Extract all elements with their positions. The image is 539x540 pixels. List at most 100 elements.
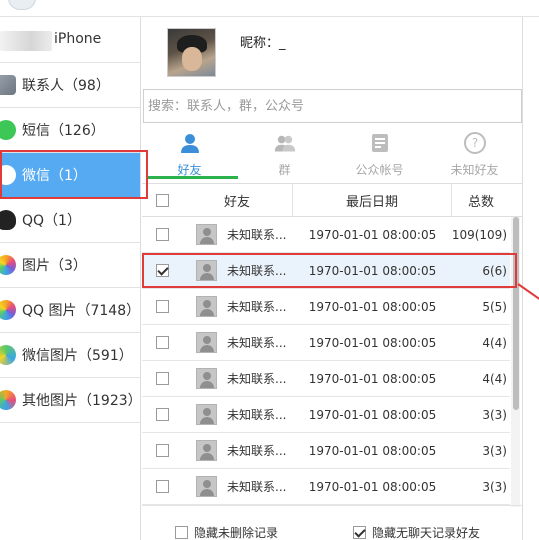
row-checkbox-cell xyxy=(142,433,182,468)
contact-avatar-icon xyxy=(196,440,217,461)
wechat-icon xyxy=(0,165,16,185)
sidebar-item-label: 其他图片（1923） xyxy=(22,393,142,409)
svg-text:?: ? xyxy=(471,136,477,150)
hide-undeleted-checkbox[interactable] xyxy=(175,526,188,539)
friend-cell: 未知联系... xyxy=(182,433,293,468)
contact-avatar-icon xyxy=(196,296,217,317)
tab-official-accounts[interactable]: 公众帐号 xyxy=(332,124,427,179)
row-checkbox-cell xyxy=(142,253,182,288)
device-header[interactable]: iPhone xyxy=(0,17,140,63)
header-total[interactable]: 总数 xyxy=(452,184,510,216)
table-row[interactable]: 未知联系... 1970-01-01 08:00:05 4(4) xyxy=(142,361,510,397)
tab-friends[interactable]: 好友 xyxy=(142,124,237,179)
date-cell: 1970-01-01 08:00:05 xyxy=(308,371,437,386)
sidebar-item-label: QQ（1） xyxy=(22,213,81,229)
row-checkbox-cell xyxy=(142,289,182,324)
tab-label: 公众帐号 xyxy=(355,163,404,177)
table-row[interactable]: 未知联系... 1970-01-01 08:00:05 109(109) xyxy=(142,217,510,253)
row-checkbox[interactable] xyxy=(155,408,169,421)
sidebar-item-label: 微信图片（591） xyxy=(22,348,133,364)
footer-options: 隐藏未删除记录 隐藏无聊天记录好友 xyxy=(142,505,522,540)
header-friend[interactable]: 好友 xyxy=(182,184,293,216)
header-last-date[interactable]: 最后日期 xyxy=(293,184,452,216)
row-checkbox[interactable] xyxy=(155,264,169,277)
friend-name: 未知联系... xyxy=(227,336,287,350)
row-checkbox-cell xyxy=(142,217,182,252)
hide-undeleted-option[interactable]: 隐藏未删除记录 xyxy=(175,524,278,540)
date-cell: 1970-01-01 08:00:05 xyxy=(308,407,437,422)
tab-label: 群 xyxy=(278,163,291,177)
sidebar-item-qq-photos[interactable]: QQ 图片（7148） xyxy=(0,288,140,333)
top-bar xyxy=(0,0,539,17)
sidebar-item-label: 微信（1） xyxy=(22,168,87,184)
friend-cell: 未知联系... xyxy=(182,397,293,432)
sidebar-item-wechat[interactable]: 微信（1） xyxy=(0,153,140,198)
sidebar-item-wechat-photos[interactable]: 微信图片（591） xyxy=(0,333,140,378)
total-cell: 4(4) xyxy=(482,335,507,350)
table-body: 未知联系... 1970-01-01 08:00:05 109(109) 未知联… xyxy=(142,217,510,505)
date-cell: 1970-01-01 08:00:05 xyxy=(308,443,437,458)
date-cell: 1970-01-01 08:00:05 xyxy=(308,479,437,494)
window-tab-stub xyxy=(8,0,36,10)
nickname-label: 昵称：_ xyxy=(240,36,286,51)
date-cell: 1970-01-01 08:00:05 xyxy=(308,299,437,314)
group-icon xyxy=(274,135,295,152)
tab-label: 未知好友 xyxy=(450,163,499,177)
sidebar-item-contacts[interactable]: 联系人（98） xyxy=(0,63,140,108)
friend-cell: 未知联系... xyxy=(182,217,293,252)
row-checkbox[interactable] xyxy=(155,480,169,493)
contact-avatar-icon xyxy=(196,260,217,281)
friend-cell: 未知联系... xyxy=(182,469,293,504)
total-cell: 3(3) xyxy=(482,443,507,458)
friend-name: 未知联系... xyxy=(227,372,287,386)
table-row[interactable]: 未知联系... 1970-01-01 08:00:05 3(3) xyxy=(142,397,510,433)
sidebar-item-sms[interactable]: 短信（126） xyxy=(0,108,140,153)
table-row[interactable]: 未知联系... 1970-01-01 08:00:05 5(5) xyxy=(142,289,510,325)
sidebar-item-photos[interactable]: 图片（3） xyxy=(0,243,140,288)
row-checkbox-cell xyxy=(142,361,182,396)
contact-avatar-icon xyxy=(196,332,217,353)
table-scrollbar[interactable] xyxy=(511,217,520,507)
date-cell: 1970-01-01 08:00:05 xyxy=(308,263,437,278)
tab-groups[interactable]: 群 xyxy=(237,124,332,179)
main-panel: 昵称：_ 好友 群 xyxy=(142,17,522,540)
sidebar-item-qq[interactable]: QQ（1） xyxy=(0,198,140,243)
avatar-face xyxy=(182,47,202,71)
sms-icon xyxy=(0,120,16,140)
friend-cell: 未知联系... xyxy=(182,253,293,288)
profile-header: 昵称：_ xyxy=(142,17,522,89)
friend-name: 未知联系... xyxy=(227,300,287,314)
table-header: 好友 最后日期 总数 xyxy=(142,183,522,217)
row-checkbox[interactable] xyxy=(155,336,169,349)
hide-no-chat-option[interactable]: 隐藏无聊天记录好友 xyxy=(353,524,480,540)
select-all-checkbox[interactable] xyxy=(155,193,169,207)
sidebar-item-other-photos[interactable]: 其他图片（1923） xyxy=(0,378,142,423)
sidebar-item-label: 短信（126） xyxy=(22,123,105,139)
hide-undeleted-label: 隐藏未删除记录 xyxy=(194,526,279,540)
unknown-friend-icon: ? xyxy=(463,132,486,154)
tab-unknown-friends[interactable]: ? 未知好友 xyxy=(427,124,522,179)
total-cell: 4(4) xyxy=(482,371,507,386)
search-input[interactable] xyxy=(144,90,521,122)
friend-name: 未知联系... xyxy=(227,480,287,494)
row-checkbox-cell xyxy=(142,469,182,504)
row-checkbox[interactable] xyxy=(155,300,169,313)
sidebar-item-label: QQ 图片（7148） xyxy=(22,303,141,319)
qq-photos-icon xyxy=(0,300,16,320)
tab-bar: 好友 群 公众帐号 ? 未知好友 xyxy=(142,124,522,179)
table-row[interactable]: 未知联系... 1970-01-01 08:00:05 6(6) xyxy=(142,253,510,289)
scrollbar-thumb[interactable] xyxy=(513,217,519,410)
row-checkbox[interactable] xyxy=(155,372,169,385)
row-checkbox[interactable] xyxy=(155,228,169,241)
total-cell: 109(109) xyxy=(451,227,507,242)
search-box[interactable] xyxy=(143,89,522,123)
table-row[interactable]: 未知联系... 1970-01-01 08:00:05 4(4) xyxy=(142,325,510,361)
blurred-device-owner xyxy=(0,31,52,51)
row-checkbox[interactable] xyxy=(155,444,169,457)
contacts-icon xyxy=(0,75,16,95)
hide-no-chat-label: 隐藏无聊天记录好友 xyxy=(372,526,481,540)
table-row[interactable]: 未知联系... 1970-01-01 08:00:05 3(3) xyxy=(142,469,510,505)
table-row[interactable]: 未知联系... 1970-01-01 08:00:05 3(3) xyxy=(142,433,510,469)
friend-name: 未知联系... xyxy=(227,444,287,458)
hide-no-chat-checkbox[interactable] xyxy=(353,526,366,539)
